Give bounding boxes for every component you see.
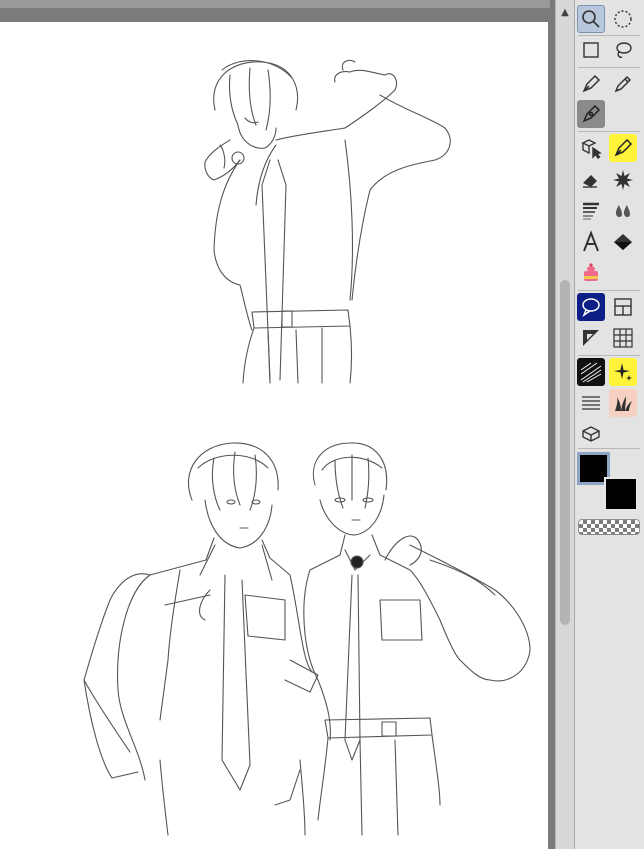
- eraser-tool[interactable]: [577, 166, 605, 194]
- cake-tool[interactable]: [577, 259, 605, 287]
- lasso-select-tool[interactable]: [609, 5, 637, 33]
- balloon-tool[interactable]: [577, 293, 605, 321]
- pen-nib-icon: [582, 74, 601, 93]
- lasso-tool[interactable]: [609, 36, 637, 64]
- rect-select-tool[interactable]: [577, 36, 605, 64]
- fill-bucket-icon: [614, 234, 632, 250]
- speed-lines-icon: [580, 362, 602, 383]
- hatching-tool[interactable]: [577, 389, 605, 417]
- pen-tool[interactable]: [577, 70, 605, 98]
- marker-tool[interactable]: [609, 134, 637, 162]
- rectangle-select-icon: [583, 42, 599, 58]
- scrollbar-thumb[interactable]: [560, 280, 570, 625]
- scroll-up-arrow-icon[interactable]: ▲: [556, 4, 574, 22]
- gradient-tool[interactable]: [577, 197, 605, 225]
- perspective-tool[interactable]: [609, 324, 637, 352]
- zoom-tool[interactable]: [577, 5, 605, 33]
- 3d-object-tool[interactable]: [577, 420, 605, 448]
- cake-icon: [584, 263, 598, 281]
- frame-tool[interactable]: [609, 293, 637, 321]
- canvas-top-margin: [0, 0, 550, 8]
- drawing-canvas[interactable]: [0, 22, 548, 849]
- gradient-lines-icon: [583, 202, 599, 220]
- ink-pen-tool[interactable]: [577, 100, 605, 128]
- sketch-left-figure: [83, 442, 319, 836]
- triangle-ruler-icon: [583, 330, 599, 346]
- text-a-icon: [583, 230, 599, 252]
- fill-tool[interactable]: [609, 228, 637, 256]
- object-cursor-icon: [581, 139, 602, 159]
- droplets-icon: [615, 205, 630, 218]
- ink-pen-icon: [582, 104, 601, 123]
- pencil-tool[interactable]: [609, 70, 637, 98]
- dotted-lasso-icon: [614, 10, 632, 28]
- ruler-tool[interactable]: [577, 324, 605, 352]
- grass-icon: [615, 396, 632, 411]
- eraser-icon: [583, 175, 597, 188]
- grass-tool[interactable]: [609, 389, 637, 417]
- lasso-icon: [616, 42, 632, 58]
- perspective-grid-icon: [613, 328, 633, 348]
- sparkle-burst-icon: [613, 170, 633, 190]
- magnifier-icon: [582, 10, 600, 28]
- sketch-right-figure: [303, 442, 531, 836]
- blend-tool[interactable]: [609, 197, 637, 225]
- text-tool[interactable]: [577, 228, 605, 256]
- sub-color-swatch[interactable]: [604, 477, 638, 511]
- transparent-color-swatch[interactable]: [578, 519, 640, 535]
- effect-tool[interactable]: [609, 358, 637, 386]
- decoration-tool[interactable]: [609, 166, 637, 194]
- sketch-top-figure: [204, 59, 451, 384]
- yellow-pen-icon: [614, 138, 633, 157]
- cube-icon: [582, 426, 600, 442]
- hatching-lines-icon: [582, 396, 600, 410]
- pencil-icon: [614, 75, 632, 93]
- sketch-drawing: [83, 59, 531, 836]
- object-tool[interactable]: [577, 134, 605, 162]
- speedlines-tool[interactable]: [577, 358, 605, 386]
- canvas-workspace: [0, 0, 550, 849]
- vertical-scrollbar[interactable]: ▲: [555, 0, 574, 849]
- frame-border-icon: [614, 298, 632, 316]
- speech-balloon-icon: [582, 298, 600, 317]
- star-effect-icon: [614, 363, 632, 381]
